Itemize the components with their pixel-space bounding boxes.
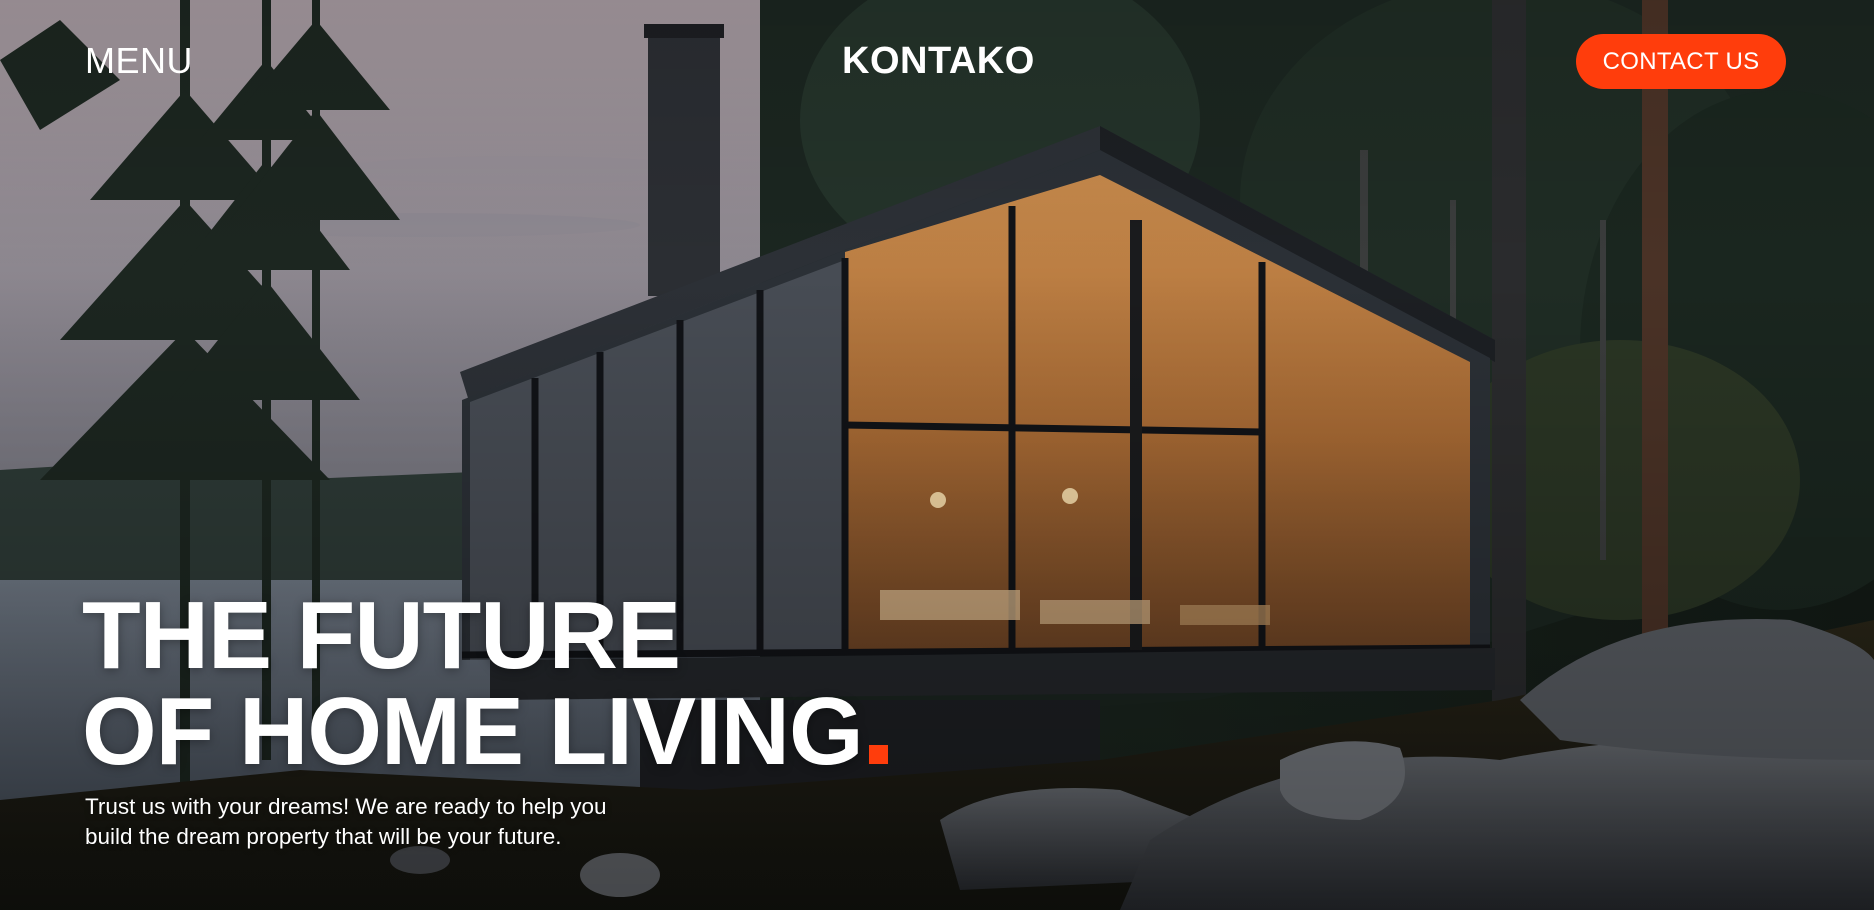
headline-line-2-text: OF HOME LIVING	[82, 678, 864, 785]
contact-us-button[interactable]: CONTACT US	[1576, 34, 1786, 89]
subtext-line-1: Trust us with your dreams! We are ready …	[85, 794, 607, 819]
hero-section: MENU KONTAKO CONTACT US THE FUTURE OF HO…	[0, 0, 1874, 910]
menu-button[interactable]: MENU	[85, 40, 193, 82]
hero-headline: THE FUTURE OF HOME LIVING	[82, 588, 888, 780]
hero-subtext: Trust us with your dreams! We are ready …	[85, 792, 705, 852]
headline-line-1: THE FUTURE	[82, 582, 681, 689]
headline-line-2: OF HOME LIVING	[82, 684, 888, 780]
subtext-line-2: build the dream property that will be yo…	[85, 824, 562, 849]
brand-logo[interactable]: KONTAKO	[842, 40, 1035, 83]
accent-period-square	[868, 745, 888, 764]
